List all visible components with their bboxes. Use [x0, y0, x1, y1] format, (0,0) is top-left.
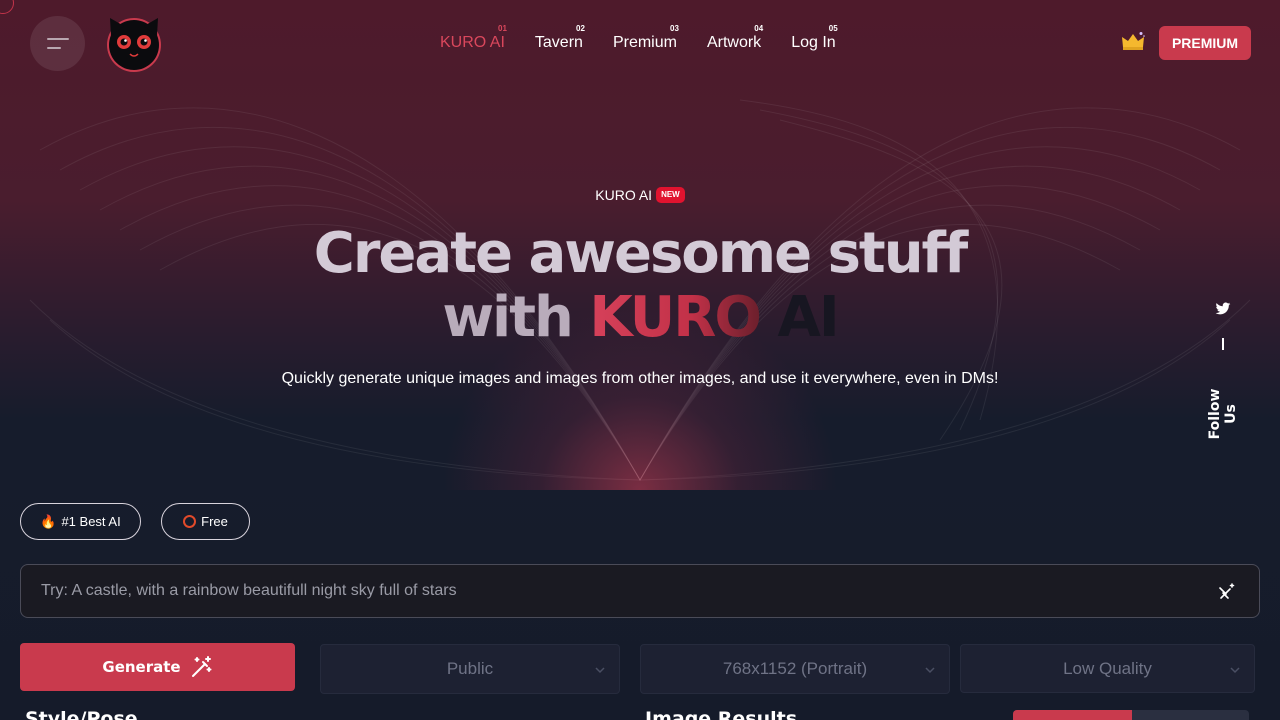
prompt-field [20, 564, 1260, 618]
quality-select[interactable]: Low Quality [960, 644, 1255, 693]
hero-title-ai: AI [777, 285, 840, 350]
hero-title-with: with [442, 285, 574, 350]
nav-number: 01 [498, 24, 507, 33]
hero-tagline: KURO AI NEW [0, 187, 1280, 203]
hamburger-icon-line [46, 47, 61, 49]
nav-item-kuro-ai[interactable]: 01 KURO AI [440, 24, 507, 52]
hero-title-kuro: KURO [589, 285, 762, 350]
generate-button[interactable]: Generate [20, 643, 295, 691]
results-tabs [1013, 710, 1249, 720]
chevron-down-icon [595, 667, 605, 674]
nav-number: 05 [828, 24, 838, 33]
nav-number: 04 [754, 24, 764, 33]
hamburger-icon [46, 38, 69, 40]
hero-title-line1: Create awesome stuff [313, 221, 969, 286]
image-results-heading: Image Results [645, 708, 798, 720]
magic-wand-icon[interactable] [1217, 582, 1237, 602]
premium-button[interactable]: PREMIUM [1159, 26, 1251, 60]
main-nav: 01 KURO AI 02 Tavern 03 Premium 04 Artwo… [440, 24, 838, 52]
hero-subtitle: Quickly generate unique images and image… [281, 370, 999, 387]
visibility-select[interactable]: Public [320, 644, 620, 694]
fire-icon: 🔥 [40, 513, 57, 529]
chip-label: Free [201, 514, 228, 529]
chevron-down-icon [925, 667, 935, 674]
nav-item-premium[interactable]: 03 Premium [612, 24, 679, 52]
nav-label: Premium [612, 34, 677, 51]
size-select[interactable]: 768x1152 (Portrait) [640, 644, 950, 694]
black-cat-logo[interactable] [104, 14, 164, 74]
nav-label: Log In [791, 34, 836, 51]
nav-label: Tavern [534, 34, 583, 51]
style-pose-heading: Style/Pose [25, 708, 138, 720]
quality-value: Low Quality [1063, 658, 1152, 678]
chip-label: #1 Best AI [61, 514, 121, 529]
nav-label: KURO AI [440, 34, 505, 51]
ring-icon [183, 515, 197, 528]
twitter-icon[interactable] [1215, 302, 1231, 316]
chip-best-ai[interactable]: 🔥 #1 Best AI [20, 503, 141, 540]
size-value: 768x1152 (Portrait) [722, 659, 868, 678]
results-tab-active[interactable] [1013, 710, 1132, 720]
crown-icon[interactable] [1121, 31, 1145, 51]
hero-title-line2: with KURO AI [0, 286, 1280, 350]
generate-label: Generate [102, 658, 181, 676]
chip-free[interactable]: Free [161, 503, 250, 540]
corner-decoration [0, 0, 14, 14]
nav-number: 03 [670, 24, 679, 33]
chevron-down-icon [1230, 667, 1240, 674]
nav-label: Artwork [706, 34, 762, 51]
menu-button[interactable] [30, 16, 85, 71]
prompt-input[interactable] [21, 565, 1259, 617]
nav-item-artwork[interactable]: 04 Artwork [706, 24, 764, 52]
follow-divider [1222, 338, 1224, 350]
new-badge: NEW [656, 187, 685, 203]
magic-wand-icon [191, 656, 212, 677]
hero-title: Create awesome stuff with KURO AI [0, 222, 1280, 350]
follow-us-label: Follow Us [1207, 388, 1239, 440]
nav-number: 02 [576, 24, 585, 33]
follow-us: Follow Us [1207, 300, 1239, 445]
nav-item-login[interactable]: 05 Log In [791, 24, 838, 52]
nav-item-tavern[interactable]: 02 Tavern [534, 24, 585, 52]
visibility-value: Public [446, 659, 494, 678]
tagline-text: KURO AI [595, 187, 653, 203]
